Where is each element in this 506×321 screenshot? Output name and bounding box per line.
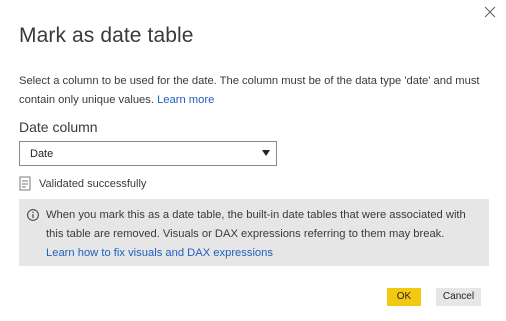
dialog-title: Mark as date table	[19, 24, 194, 47]
dialog-description: Select a column to be used for the date.…	[19, 72, 489, 110]
info-text: When you mark this as a date table, the …	[46, 209, 466, 240]
fix-visuals-link[interactable]: Learn how to fix visuals and DAX express…	[46, 247, 273, 259]
info-circle-icon	[27, 209, 39, 221]
info-box: When you mark this as a date table, the …	[19, 199, 489, 266]
date-column-select[interactable]: Date	[19, 141, 277, 166]
document-check-icon	[19, 176, 31, 191]
learn-more-link[interactable]: Learn more	[157, 94, 214, 106]
ok-button[interactable]: OK	[387, 288, 421, 306]
validation-text: Validated successfully	[39, 178, 147, 190]
mark-as-date-table-dialog: Mark as date table Select a column to be…	[0, 0, 506, 321]
close-icon[interactable]	[482, 4, 498, 20]
date-column-label: Date column	[19, 119, 98, 135]
caret-down-icon	[262, 150, 270, 156]
description-text: Select a column to be used for the date.…	[19, 75, 480, 106]
date-column-value: Date	[30, 148, 54, 160]
cancel-button[interactable]: Cancel	[436, 288, 481, 306]
info-text-block: When you mark this as a date table, the …	[46, 206, 481, 263]
